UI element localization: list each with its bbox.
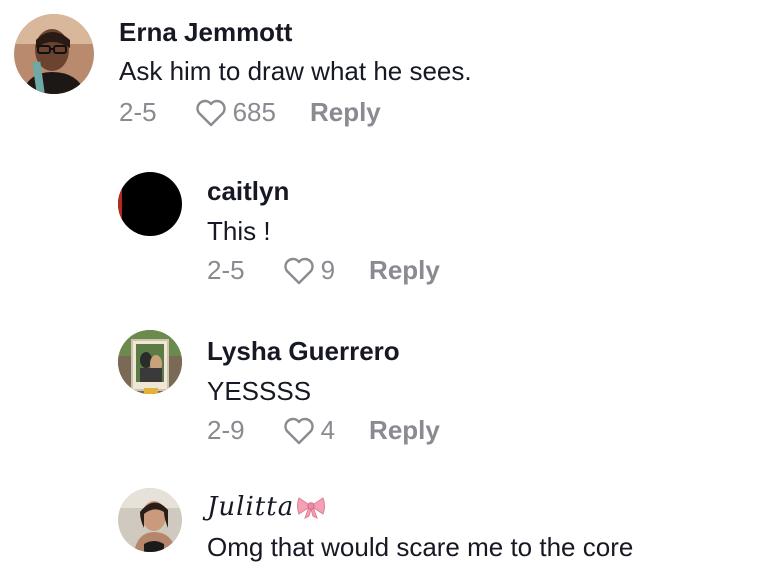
reply-button[interactable]: Reply — [310, 97, 381, 128]
comment-text: Omg that would scare me to the core — [207, 532, 634, 562]
like-count: 685 — [232, 97, 276, 127]
reply-button[interactable]: Reply — [369, 415, 440, 446]
comment-text: YESSSS — [207, 376, 312, 406]
comment-lysha-guerrero: Lysha Guerrero YESSSS 2-9 4 Reply — [0, 320, 760, 470]
like-count: 9 — [320, 255, 336, 285]
comment-meta: 2-5 685 Reply — [119, 97, 381, 128]
comment-date: 2-9 — [207, 415, 245, 445]
comment-meta: 2-9 4 Reply — [207, 415, 440, 446]
like-count: 4 — [320, 415, 336, 445]
like-button[interactable]: 685 — [195, 97, 276, 128]
username[interactable]: Lysha Guerrero — [207, 336, 400, 367]
username[interactable]: Erna Jemmott — [119, 17, 292, 48]
ribbon-emoji — [297, 497, 326, 519]
comment-date: 2-5 — [207, 255, 245, 285]
comment-meta: 2-5 9 Reply — [207, 255, 440, 286]
username-text: Julitta — [207, 492, 295, 522]
username[interactable]: Julitta — [207, 492, 326, 522]
like-button[interactable]: 9 — [283, 255, 335, 286]
heart-icon — [283, 417, 314, 444]
avatar[interactable] — [118, 330, 182, 394]
heart-icon — [283, 257, 314, 284]
comment-date: 2-5 — [119, 97, 157, 127]
comment-julitta: Julitta Omg that would scare me to the c… — [0, 480, 760, 572]
comment-erna-jemmott: Erna Jemmott Ask him to draw what he see… — [0, 0, 760, 150]
comment-text: Ask him to draw what he sees. — [119, 56, 472, 86]
avatar[interactable] — [118, 172, 182, 236]
comment-text: This ! — [207, 216, 271, 246]
comment-caitlyn: caitlyn This ! 2-5 9 Reply — [0, 160, 760, 310]
like-button[interactable]: 4 — [283, 415, 335, 446]
heart-icon — [195, 99, 226, 126]
avatar[interactable] — [118, 488, 182, 552]
username[interactable]: caitlyn — [207, 176, 289, 207]
avatar[interactable] — [14, 14, 94, 94]
reply-button[interactable]: Reply — [369, 255, 440, 286]
